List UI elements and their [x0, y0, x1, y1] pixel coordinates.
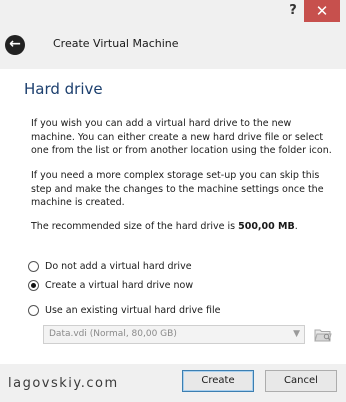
radio-create-hard-drive[interactable]	[28, 279, 39, 291]
recommended-size-value: 500,00 MB	[238, 221, 295, 232]
existing-file-select[interactable]: Data.vdi (Normal, 80,00 GB) ▼	[43, 325, 305, 344]
option-label: Do not add a virtual hard drive	[45, 260, 192, 272]
dialog-footer: lagovskiy.com Create Cancel	[0, 364, 346, 402]
advanced-note-paragraph: If you need a more complex storage set-u…	[31, 170, 324, 208]
help-button[interactable]: ?	[280, 0, 306, 22]
window-title: Create Virtual Machine	[53, 37, 179, 50]
option-no-hard-drive[interactable]: Do not add a virtual hard drive	[28, 258, 192, 274]
existing-file-value: Data.vdi (Normal, 80,00 GB)	[49, 329, 177, 339]
recommended-size-text: The recommended size of the hard drive i…	[31, 220, 336, 234]
create-button[interactable]: Create	[182, 370, 254, 392]
option-create-hard-drive[interactable]: Create a virtual hard drive now	[28, 277, 193, 293]
cancel-button[interactable]: Cancel	[265, 370, 337, 392]
folder-browse-icon	[314, 329, 332, 342]
option-label: Create a virtual hard drive now	[45, 279, 194, 291]
radio-existing-hard-drive[interactable]	[28, 304, 39, 316]
site-watermark: lagovskiy.com	[8, 376, 119, 391]
page-title: Hard drive	[24, 80, 103, 98]
option-existing-hard-drive[interactable]: Use an existing virtual hard drive file	[28, 302, 221, 318]
back-button[interactable]: ←	[5, 35, 25, 55]
radio-no-hard-drive[interactable]	[28, 260, 39, 272]
choose-file-button[interactable]	[314, 326, 332, 343]
arrow-left-icon: ←	[9, 36, 21, 52]
option-label: Use an existing virtual hard drive file	[45, 304, 221, 316]
wizard-page: Hard drive If you wish you can add a vir…	[0, 69, 346, 364]
recommended-size-prefix: The recommended size of the hard drive i…	[31, 221, 239, 232]
chevron-down-icon: ▼	[293, 329, 300, 339]
recommended-size-suffix: .	[294, 221, 298, 232]
description-paragraph: If you wish you can add a virtual hard d…	[31, 118, 332, 156]
close-button[interactable]: ✕	[304, 0, 340, 22]
window-titlebar: ? ✕ ← Create Virtual Machine	[0, 0, 346, 69]
